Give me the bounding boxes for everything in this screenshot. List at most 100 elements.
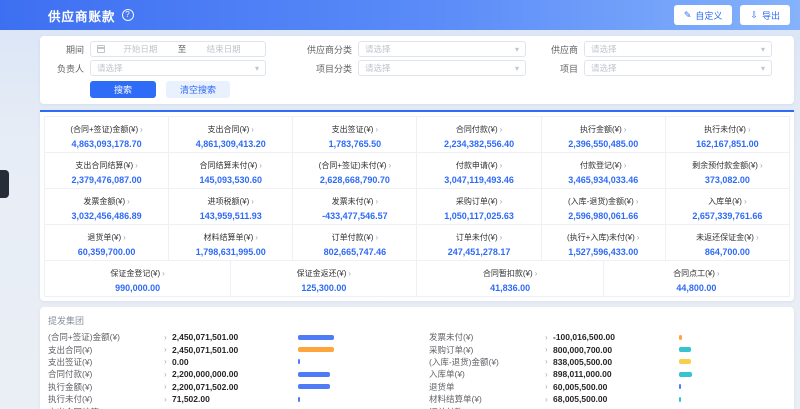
metric-tile[interactable]: 发票金额(¥)›3,032,456,486.89 bbox=[45, 189, 169, 225]
group-metric-row[interactable]: 材料结算单(¥)›68,005,500.00 bbox=[429, 393, 786, 405]
help-icon[interactable]: ? bbox=[122, 9, 134, 21]
metric-label: 执行金额(¥) bbox=[580, 125, 622, 134]
metric-tile[interactable]: 付款申请(¥)›3,047,119,493.46 bbox=[417, 153, 541, 189]
metric-tile[interactable]: 订单付款(¥)›802,665,747.46 bbox=[293, 225, 417, 261]
metric-tile[interactable]: 保证金返还(¥)›125,300.00 bbox=[231, 261, 417, 297]
row-bar-track bbox=[298, 347, 405, 352]
metric-tile[interactable]: 支出合同结算(¥)›2,379,476,087.00 bbox=[45, 153, 169, 189]
chevron-right-icon: › bbox=[500, 233, 503, 242]
group-metric-row[interactable]: 支出合同(¥)›2,450,071,501.00 bbox=[48, 343, 405, 355]
supplier-select[interactable]: 请选择 ▾ bbox=[584, 41, 772, 57]
chevron-down-icon: ▾ bbox=[515, 64, 519, 73]
page-title: 供应商账款 bbox=[48, 6, 116, 25]
group-metric-row[interactable]: 支出签证(¥)›0.00 bbox=[48, 356, 405, 368]
group-metric-row[interactable]: (入库-退货)金额(¥)›838,005,500.00 bbox=[429, 356, 786, 368]
row-bar-track bbox=[679, 347, 786, 352]
row-value: 2,450,071,501.00 bbox=[172, 345, 298, 355]
project-category-select[interactable]: 请选择 ▾ bbox=[358, 60, 526, 76]
chevron-right-icon: › bbox=[255, 233, 258, 242]
customize-button-label: 自定义 bbox=[695, 9, 722, 22]
chevron-right-icon: › bbox=[123, 233, 126, 242]
metric-tile[interactable]: (合同+签证)未付(¥)›2,628,668,790.70 bbox=[293, 153, 417, 189]
metric-tile[interactable]: (执行+入库)未付(¥)›1,527,596,433.00 bbox=[542, 225, 666, 261]
period-label: 期间 bbox=[44, 43, 90, 56]
metric-tile[interactable]: 执行未付(¥)›162,167,851.00 bbox=[666, 117, 790, 153]
metric-tile[interactable]: 合同暂扣款(¥)›41,836.00 bbox=[417, 261, 603, 297]
metric-tile[interactable]: (入库-退货)金额(¥)›2,596,980,061.66 bbox=[542, 189, 666, 225]
group-metric-row[interactable]: 支出合同结算(¥)›2,200,051,500.00 bbox=[48, 405, 405, 409]
metric-tile[interactable]: 执行金额(¥)›2,396,550,485.00 bbox=[542, 117, 666, 153]
metric-value: 3,047,119,493.46 bbox=[418, 175, 539, 185]
metric-tile[interactable]: 合同点工(¥)›44,800.00 bbox=[604, 261, 790, 297]
period-daterange-input[interactable]: 开始日期 至 结束日期 bbox=[90, 41, 266, 57]
chevron-right-icon: › bbox=[535, 269, 538, 278]
metric-tile[interactable]: 进项税额(¥)›143,959,511.93 bbox=[169, 189, 293, 225]
metric-tile[interactable]: 合同结算未付(¥)›145,093,530.60 bbox=[169, 153, 293, 189]
group-columns: (合同+签证)金额(¥)›2,450,071,501.00 支出合同(¥)›2,… bbox=[48, 331, 786, 409]
owner-select[interactable]: 请选择 ▾ bbox=[90, 60, 266, 76]
metric-value: 864,700.00 bbox=[667, 247, 788, 257]
group-metric-row[interactable]: 入库单(¥)›898,011,000.00 bbox=[429, 368, 786, 380]
group-metric-row[interactable]: 执行金额(¥)›2,200,071,502.00 bbox=[48, 381, 405, 393]
export-button[interactable]: ⇩ 导出 bbox=[740, 5, 790, 25]
group-metric-row[interactable]: 采购订单(¥)›800,000,700.00 bbox=[429, 343, 786, 355]
side-drawer-handle[interactable] bbox=[0, 170, 9, 198]
row-bar bbox=[298, 335, 334, 340]
chevron-right-icon: › bbox=[135, 161, 138, 170]
metric-tile[interactable]: 保证金登记(¥)›990,000.00 bbox=[45, 261, 231, 297]
filter-row-1: 期间 开始日期 至 结束日期 供应商分类 请选择 ▾ 供应商 请选择 ▾ bbox=[44, 41, 786, 57]
metric-tile[interactable]: 材料结算单(¥)›1,798,631,995.00 bbox=[169, 225, 293, 261]
metric-tile[interactable]: 发票未付(¥)›-433,477,546.57 bbox=[293, 189, 417, 225]
metric-tiles-grid: (合同+签证)金额(¥)›4,863,093,178.70 支出合同(¥)›4,… bbox=[44, 116, 790, 297]
metric-tile[interactable]: 退货单(¥)›60,359,700.00 bbox=[45, 225, 169, 261]
group-metric-row[interactable]: 退货单›60,005,500.00 bbox=[429, 381, 786, 393]
clear-search-button[interactable]: 清空搜索 bbox=[166, 81, 230, 98]
start-date-placeholder: 开始日期 bbox=[105, 43, 176, 55]
metric-label: 发票未付(¥) bbox=[332, 197, 374, 206]
customize-button[interactable]: ✎ 自定义 bbox=[674, 5, 733, 25]
group-metric-row[interactable]: 执行未付(¥)›71,502.00 bbox=[48, 393, 405, 405]
chevron-right-icon: › bbox=[164, 370, 172, 379]
metric-tile[interactable]: 剩余预付款金额(¥)›373,082.00 bbox=[666, 153, 790, 189]
chevron-right-icon: › bbox=[545, 395, 553, 404]
metric-tile[interactable]: 付款登记(¥)›3,465,934,033.46 bbox=[542, 153, 666, 189]
row-bar bbox=[679, 335, 682, 340]
metric-value: 373,082.00 bbox=[667, 175, 788, 185]
chevron-right-icon: › bbox=[127, 197, 130, 206]
metric-value: 4,861,309,413.20 bbox=[170, 139, 291, 149]
project-label: 项目 bbox=[538, 62, 584, 75]
row-value: 60,005,500.00 bbox=[553, 382, 679, 392]
supplier-category-select[interactable]: 请选择 ▾ bbox=[358, 41, 526, 57]
row-label: 采购订单(¥) bbox=[429, 344, 545, 356]
group-metric-row[interactable]: (合同+签证)金额(¥)›2,450,071,501.00 bbox=[48, 331, 405, 343]
project-select[interactable]: 请选择 ▾ bbox=[584, 60, 772, 76]
chevron-right-icon: › bbox=[545, 382, 553, 391]
row-bar-track bbox=[298, 335, 405, 340]
metric-tile[interactable]: 订单未付(¥)›247,451,278.17 bbox=[417, 225, 541, 261]
filter-panel: 期间 开始日期 至 结束日期 供应商分类 请选择 ▾ 供应商 请选择 ▾ bbox=[40, 36, 794, 104]
group-metric-row[interactable]: 合同付款(¥)›2,200,000,000.00 bbox=[48, 368, 405, 380]
row-label: 支出签证(¥) bbox=[48, 356, 164, 368]
metric-tile[interactable]: (合同+签证)金额(¥)›4,863,093,178.70 bbox=[45, 117, 169, 153]
metric-tile[interactable]: 合同付款(¥)›2,234,382,556.40 bbox=[417, 117, 541, 153]
metric-tile[interactable]: 支出合同(¥)›4,861,309,413.20 bbox=[169, 117, 293, 153]
metric-tile[interactable]: 未返还保证金(¥)›864,700.00 bbox=[666, 225, 790, 261]
metric-tile[interactable]: 支出签证(¥)›1,783,765.50 bbox=[293, 117, 417, 153]
row-label: 退货单 bbox=[429, 381, 545, 393]
metric-label: (合同+签证)金额(¥) bbox=[70, 125, 138, 134]
chevron-right-icon: › bbox=[375, 233, 378, 242]
edit-icon: ✎ bbox=[684, 10, 692, 21]
metric-value: 2,379,476,087.00 bbox=[46, 175, 167, 185]
export-button-label: 导出 bbox=[762, 9, 780, 22]
metric-tile[interactable]: 采购订单(¥)›1,050,117,025.63 bbox=[417, 189, 541, 225]
search-button[interactable]: 搜索 bbox=[90, 81, 156, 98]
chevron-right-icon: › bbox=[756, 233, 759, 242]
row-bar bbox=[679, 347, 691, 352]
end-date-placeholder: 结束日期 bbox=[188, 43, 259, 55]
group-metric-row[interactable]: 订单付款(¥)›800,005,000.00 bbox=[429, 405, 786, 409]
metric-label: 退货单(¥) bbox=[87, 233, 121, 242]
row-bar bbox=[298, 359, 300, 364]
metric-label: (入库-退货)金额(¥) bbox=[568, 197, 634, 206]
metric-tile[interactable]: 入库单(¥)›2,657,339,761.66 bbox=[666, 189, 790, 225]
group-metric-row[interactable]: 发票未付(¥)›-100,016,500.00 bbox=[429, 331, 786, 343]
